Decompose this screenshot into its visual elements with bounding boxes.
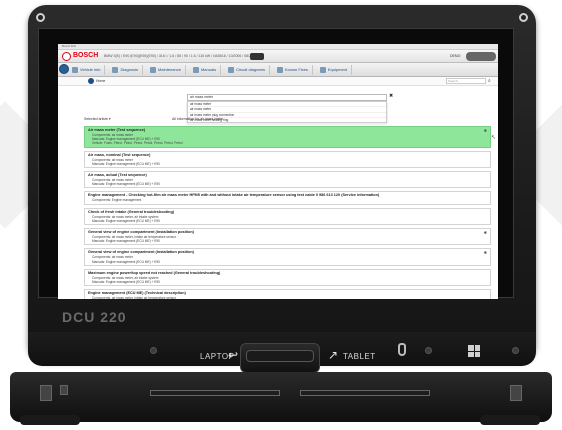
corner-screw xyxy=(36,13,45,22)
toolbar-buttons[interactable] xyxy=(466,52,496,61)
bookmark-icon[interactable]: ✱ xyxy=(484,250,487,255)
latch xyxy=(300,390,430,396)
screen: Bosch ESI BOSCH BMW 3(E) / E90 (E90)(E90… xyxy=(58,44,498,299)
car-icon xyxy=(72,66,78,73)
main-nav: Vehicle info Diagnosis Maintenance Manuals C… xyxy=(58,63,498,77)
laptop-arrow-icon: ↩ xyxy=(228,348,239,362)
power-led xyxy=(150,347,157,354)
tablet-arrow-icon: ↗ xyxy=(328,348,339,362)
bookmark-icon[interactable]: ✱ xyxy=(484,128,487,133)
result-detail: Manuals: Engine management (ECU ME) + E9… xyxy=(92,280,160,285)
result-detail: Manuals: Engine management (ECU ME) + E9… xyxy=(92,218,160,223)
side-port xyxy=(60,385,68,395)
function-button[interactable] xyxy=(512,347,519,354)
result-detail: Components: Engine management xyxy=(92,198,142,203)
tab-label: Equipment xyxy=(327,67,348,72)
tab-label: Known Fixes xyxy=(284,67,308,72)
result-detail: Manuals: Engine management (ECU ME) + E9… xyxy=(92,259,160,264)
result-item[interactable]: Air mass, actual (Test sequence) Componen… xyxy=(84,171,491,189)
mouse-pointer-icon: ↖ xyxy=(491,135,497,141)
tablet-mode-label: TABLET xyxy=(343,352,376,361)
tab-manuals[interactable]: Manuals xyxy=(189,64,222,75)
device-model-label: DCU 220 xyxy=(62,309,127,325)
function-button[interactable] xyxy=(425,347,432,354)
result-detail: Components: air mass meter, intake air t… xyxy=(92,296,176,299)
tab-known-fixes[interactable]: Known Fixes xyxy=(273,64,313,75)
result-item[interactable]: General view of engine compartment (Inst… xyxy=(84,228,491,246)
side-port xyxy=(510,385,522,401)
back-button[interactable] xyxy=(59,64,69,74)
bosch-logo-icon xyxy=(62,52,71,61)
equipment-icon xyxy=(319,66,326,73)
result-item[interactable]: Air mass meter (Test sequence) Components… xyxy=(84,126,491,148)
wrench-icon xyxy=(150,66,157,73)
search-icon[interactable]: ⌕ xyxy=(488,78,491,84)
result-item[interactable]: Engine management (ECU ME) (Technical de… xyxy=(84,289,491,299)
result-detail: Manuals: Engine management (ECU ME) + E9… xyxy=(92,239,160,244)
brand-bar: BOSCH BMW 3(E) / E90 (E90)(E90)(E90) / 3… xyxy=(58,50,498,63)
windows-key-icon[interactable] xyxy=(468,345,480,357)
user-label: DEMO xyxy=(450,54,461,58)
results-list: Air mass meter (Test sequence) Components… xyxy=(84,126,491,299)
result-item[interactable]: Air mass, nominal (Test sequence) Compone… xyxy=(84,150,491,169)
microphone-icon xyxy=(398,343,406,356)
search-input[interactable]: air mass meter xyxy=(187,94,387,101)
tab-label: Diagnosis xyxy=(120,67,139,72)
circuit-icon xyxy=(228,66,235,73)
tab-maintenance[interactable]: Maintenance xyxy=(146,64,186,75)
all-info-label: All information for air mass meter xyxy=(172,117,224,121)
tab-vehicle-info[interactable]: Vehicle info xyxy=(68,64,106,75)
device-foot xyxy=(20,415,80,425)
result-item[interactable]: Engine management - Checking hot-film ai… xyxy=(84,191,491,205)
mode-switch[interactable] xyxy=(246,350,314,362)
result-detail: Manuals: Engine management (ECU ME) + E9… xyxy=(92,182,160,187)
tab-label: Vehicle info xyxy=(80,67,101,72)
result-item[interactable]: Maximum engine power/top speed not reach… xyxy=(84,268,491,287)
side-port xyxy=(40,385,52,401)
corner-screw xyxy=(519,13,528,22)
tab-label: Circuit diagrams xyxy=(236,67,265,72)
home-icon[interactable] xyxy=(88,78,94,84)
clear-icon[interactable]: ✖ xyxy=(389,93,393,99)
result-item[interactable]: Check of fresh intake (General troublesh… xyxy=(84,207,491,226)
result-detail: Vehicle: Fuels, Petrol, Petrol, Petrol, … xyxy=(92,141,183,146)
vehicle-info-text: BMW 3(E) / E90 (E90)(E90)(E90) / 316 i /… xyxy=(104,54,257,58)
device-foot xyxy=(480,415,540,425)
brand-name: BOSCH xyxy=(73,52,99,59)
global-search-input[interactable]: Search... xyxy=(446,78,486,84)
vehicle-selector-icon[interactable] xyxy=(250,53,264,60)
selected-article-dropdown[interactable]: Selected article ▾ xyxy=(84,117,111,121)
latch xyxy=(150,390,280,396)
keyboard-base xyxy=(10,372,552,422)
home-link[interactable]: Home xyxy=(96,79,105,83)
tab-label: Manuals xyxy=(200,67,217,72)
tab-diagnosis[interactable]: Diagnosis xyxy=(108,64,144,75)
fix-icon xyxy=(276,66,283,73)
tab-circuit-diagrams[interactable]: Circuit diagrams xyxy=(224,64,270,75)
breadcrumb-bar: Home Search... ⌕ xyxy=(58,77,498,86)
tab-equipment[interactable]: Equipment xyxy=(316,64,353,75)
result-detail: Manuals: Engine management (ECU ME) + E9… xyxy=(92,161,160,166)
tab-label: Maintenance xyxy=(158,67,181,72)
diagnosis-icon xyxy=(112,66,119,73)
result-item[interactable]: General view of engine compartment (Inst… xyxy=(84,248,491,266)
bookmark-icon[interactable]: ✱ xyxy=(484,230,487,235)
book-icon xyxy=(192,66,199,73)
